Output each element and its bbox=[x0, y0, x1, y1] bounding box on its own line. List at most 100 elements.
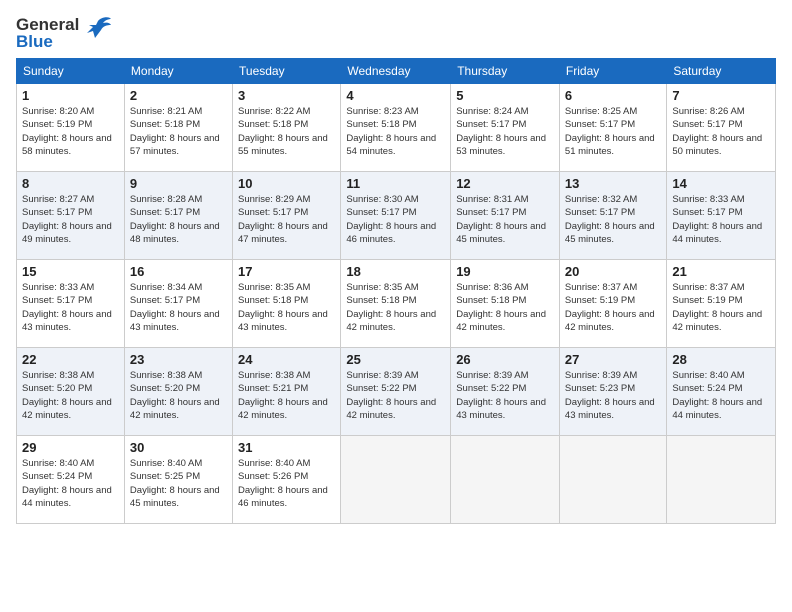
calendar-cell: 8 Sunrise: 8:27 AMSunset: 5:17 PMDayligh… bbox=[17, 172, 125, 260]
day-info: Sunrise: 8:20 AMSunset: 5:19 PMDaylight:… bbox=[22, 105, 119, 158]
day-number: 8 bbox=[22, 176, 119, 191]
calendar-week-row: 22 Sunrise: 8:38 AMSunset: 5:20 PMDaylig… bbox=[17, 348, 776, 436]
calendar-cell: 13 Sunrise: 8:32 AMSunset: 5:17 PMDaylig… bbox=[559, 172, 666, 260]
calendar-cell: 24 Sunrise: 8:38 AMSunset: 5:21 PMDaylig… bbox=[233, 348, 341, 436]
calendar-week-row: 8 Sunrise: 8:27 AMSunset: 5:17 PMDayligh… bbox=[17, 172, 776, 260]
day-info: Sunrise: 8:29 AMSunset: 5:17 PMDaylight:… bbox=[238, 193, 335, 246]
calendar-cell: 17 Sunrise: 8:35 AMSunset: 5:18 PMDaylig… bbox=[233, 260, 341, 348]
calendar-cell: 12 Sunrise: 8:31 AMSunset: 5:17 PMDaylig… bbox=[451, 172, 560, 260]
day-number: 22 bbox=[22, 352, 119, 367]
page-container: General Blue Sunday Monday Tuesday Wedne… bbox=[0, 0, 792, 532]
day-info: Sunrise: 8:38 AMSunset: 5:21 PMDaylight:… bbox=[238, 369, 335, 422]
calendar-cell: 21 Sunrise: 8:37 AMSunset: 5:19 PMDaylig… bbox=[667, 260, 776, 348]
calendar-cell: 15 Sunrise: 8:33 AMSunset: 5:17 PMDaylig… bbox=[17, 260, 125, 348]
calendar-cell: 26 Sunrise: 8:39 AMSunset: 5:22 PMDaylig… bbox=[451, 348, 560, 436]
col-friday: Friday bbox=[559, 59, 666, 84]
day-number: 18 bbox=[346, 264, 445, 279]
logo: General Blue bbox=[16, 16, 113, 50]
logo-general: General bbox=[16, 16, 79, 33]
day-info: Sunrise: 8:24 AMSunset: 5:17 PMDaylight:… bbox=[456, 105, 554, 158]
day-info: Sunrise: 8:36 AMSunset: 5:18 PMDaylight:… bbox=[456, 281, 554, 334]
day-info: Sunrise: 8:39 AMSunset: 5:22 PMDaylight:… bbox=[346, 369, 445, 422]
col-tuesday: Tuesday bbox=[233, 59, 341, 84]
calendar-cell: 16 Sunrise: 8:34 AMSunset: 5:17 PMDaylig… bbox=[124, 260, 232, 348]
day-number: 27 bbox=[565, 352, 661, 367]
day-info: Sunrise: 8:35 AMSunset: 5:18 PMDaylight:… bbox=[346, 281, 445, 334]
day-number: 4 bbox=[346, 88, 445, 103]
calendar-cell: 9 Sunrise: 8:28 AMSunset: 5:17 PMDayligh… bbox=[124, 172, 232, 260]
day-info: Sunrise: 8:27 AMSunset: 5:17 PMDaylight:… bbox=[22, 193, 119, 246]
day-number: 21 bbox=[672, 264, 770, 279]
day-number: 28 bbox=[672, 352, 770, 367]
day-number: 23 bbox=[130, 352, 227, 367]
day-number: 29 bbox=[22, 440, 119, 455]
day-number: 30 bbox=[130, 440, 227, 455]
calendar-cell: 6 Sunrise: 8:25 AMSunset: 5:17 PMDayligh… bbox=[559, 84, 666, 172]
day-number: 10 bbox=[238, 176, 335, 191]
calendar-week-row: 15 Sunrise: 8:33 AMSunset: 5:17 PMDaylig… bbox=[17, 260, 776, 348]
day-number: 26 bbox=[456, 352, 554, 367]
logo-bird-icon bbox=[83, 13, 113, 49]
day-info: Sunrise: 8:33 AMSunset: 5:17 PMDaylight:… bbox=[672, 193, 770, 246]
day-info: Sunrise: 8:33 AMSunset: 5:17 PMDaylight:… bbox=[22, 281, 119, 334]
calendar-cell: 27 Sunrise: 8:39 AMSunset: 5:23 PMDaylig… bbox=[559, 348, 666, 436]
day-info: Sunrise: 8:39 AMSunset: 5:23 PMDaylight:… bbox=[565, 369, 661, 422]
calendar-cell: 30 Sunrise: 8:40 AMSunset: 5:25 PMDaylig… bbox=[124, 436, 232, 524]
calendar-cell: 25 Sunrise: 8:39 AMSunset: 5:22 PMDaylig… bbox=[341, 348, 451, 436]
calendar-cell bbox=[559, 436, 666, 524]
day-number: 9 bbox=[130, 176, 227, 191]
day-info: Sunrise: 8:35 AMSunset: 5:18 PMDaylight:… bbox=[238, 281, 335, 334]
day-number: 2 bbox=[130, 88, 227, 103]
day-info: Sunrise: 8:40 AMSunset: 5:24 PMDaylight:… bbox=[22, 457, 119, 510]
calendar-cell: 2 Sunrise: 8:21 AMSunset: 5:18 PMDayligh… bbox=[124, 84, 232, 172]
calendar-cell: 14 Sunrise: 8:33 AMSunset: 5:17 PMDaylig… bbox=[667, 172, 776, 260]
day-info: Sunrise: 8:37 AMSunset: 5:19 PMDaylight:… bbox=[565, 281, 661, 334]
day-info: Sunrise: 8:39 AMSunset: 5:22 PMDaylight:… bbox=[456, 369, 554, 422]
day-number: 16 bbox=[130, 264, 227, 279]
day-info: Sunrise: 8:31 AMSunset: 5:17 PMDaylight:… bbox=[456, 193, 554, 246]
calendar-cell: 31 Sunrise: 8:40 AMSunset: 5:26 PMDaylig… bbox=[233, 436, 341, 524]
calendar-cell: 18 Sunrise: 8:35 AMSunset: 5:18 PMDaylig… bbox=[341, 260, 451, 348]
col-saturday: Saturday bbox=[667, 59, 776, 84]
logo-blue: Blue bbox=[16, 33, 79, 50]
calendar-cell: 5 Sunrise: 8:24 AMSunset: 5:17 PMDayligh… bbox=[451, 84, 560, 172]
calendar-cell: 28 Sunrise: 8:40 AMSunset: 5:24 PMDaylig… bbox=[667, 348, 776, 436]
day-number: 14 bbox=[672, 176, 770, 191]
calendar-cell: 20 Sunrise: 8:37 AMSunset: 5:19 PMDaylig… bbox=[559, 260, 666, 348]
day-info: Sunrise: 8:22 AMSunset: 5:18 PMDaylight:… bbox=[238, 105, 335, 158]
calendar-cell: 19 Sunrise: 8:36 AMSunset: 5:18 PMDaylig… bbox=[451, 260, 560, 348]
day-info: Sunrise: 8:28 AMSunset: 5:17 PMDaylight:… bbox=[130, 193, 227, 246]
day-info: Sunrise: 8:40 AMSunset: 5:24 PMDaylight:… bbox=[672, 369, 770, 422]
calendar-cell: 4 Sunrise: 8:23 AMSunset: 5:18 PMDayligh… bbox=[341, 84, 451, 172]
day-number: 12 bbox=[456, 176, 554, 191]
day-info: Sunrise: 8:21 AMSunset: 5:18 PMDaylight:… bbox=[130, 105, 227, 158]
day-number: 13 bbox=[565, 176, 661, 191]
calendar-cell bbox=[667, 436, 776, 524]
calendar-cell: 7 Sunrise: 8:26 AMSunset: 5:17 PMDayligh… bbox=[667, 84, 776, 172]
day-info: Sunrise: 8:32 AMSunset: 5:17 PMDaylight:… bbox=[565, 193, 661, 246]
day-info: Sunrise: 8:40 AMSunset: 5:26 PMDaylight:… bbox=[238, 457, 335, 510]
calendar-cell: 10 Sunrise: 8:29 AMSunset: 5:17 PMDaylig… bbox=[233, 172, 341, 260]
day-number: 6 bbox=[565, 88, 661, 103]
calendar-header-row: Sunday Monday Tuesday Wednesday Thursday… bbox=[17, 59, 776, 84]
header: General Blue bbox=[16, 16, 776, 50]
day-info: Sunrise: 8:34 AMSunset: 5:17 PMDaylight:… bbox=[130, 281, 227, 334]
day-info: Sunrise: 8:38 AMSunset: 5:20 PMDaylight:… bbox=[22, 369, 119, 422]
day-info: Sunrise: 8:37 AMSunset: 5:19 PMDaylight:… bbox=[672, 281, 770, 334]
day-info: Sunrise: 8:26 AMSunset: 5:17 PMDaylight:… bbox=[672, 105, 770, 158]
calendar-cell: 22 Sunrise: 8:38 AMSunset: 5:20 PMDaylig… bbox=[17, 348, 125, 436]
day-number: 19 bbox=[456, 264, 554, 279]
day-info: Sunrise: 8:30 AMSunset: 5:17 PMDaylight:… bbox=[346, 193, 445, 246]
calendar-cell bbox=[451, 436, 560, 524]
day-info: Sunrise: 8:40 AMSunset: 5:25 PMDaylight:… bbox=[130, 457, 227, 510]
day-number: 3 bbox=[238, 88, 335, 103]
col-thursday: Thursday bbox=[451, 59, 560, 84]
calendar-cell: 1 Sunrise: 8:20 AMSunset: 5:19 PMDayligh… bbox=[17, 84, 125, 172]
calendar-cell: 23 Sunrise: 8:38 AMSunset: 5:20 PMDaylig… bbox=[124, 348, 232, 436]
calendar-cell: 3 Sunrise: 8:22 AMSunset: 5:18 PMDayligh… bbox=[233, 84, 341, 172]
day-info: Sunrise: 8:23 AMSunset: 5:18 PMDaylight:… bbox=[346, 105, 445, 158]
col-sunday: Sunday bbox=[17, 59, 125, 84]
calendar-week-row: 1 Sunrise: 8:20 AMSunset: 5:19 PMDayligh… bbox=[17, 84, 776, 172]
calendar-cell: 11 Sunrise: 8:30 AMSunset: 5:17 PMDaylig… bbox=[341, 172, 451, 260]
calendar-cell bbox=[341, 436, 451, 524]
